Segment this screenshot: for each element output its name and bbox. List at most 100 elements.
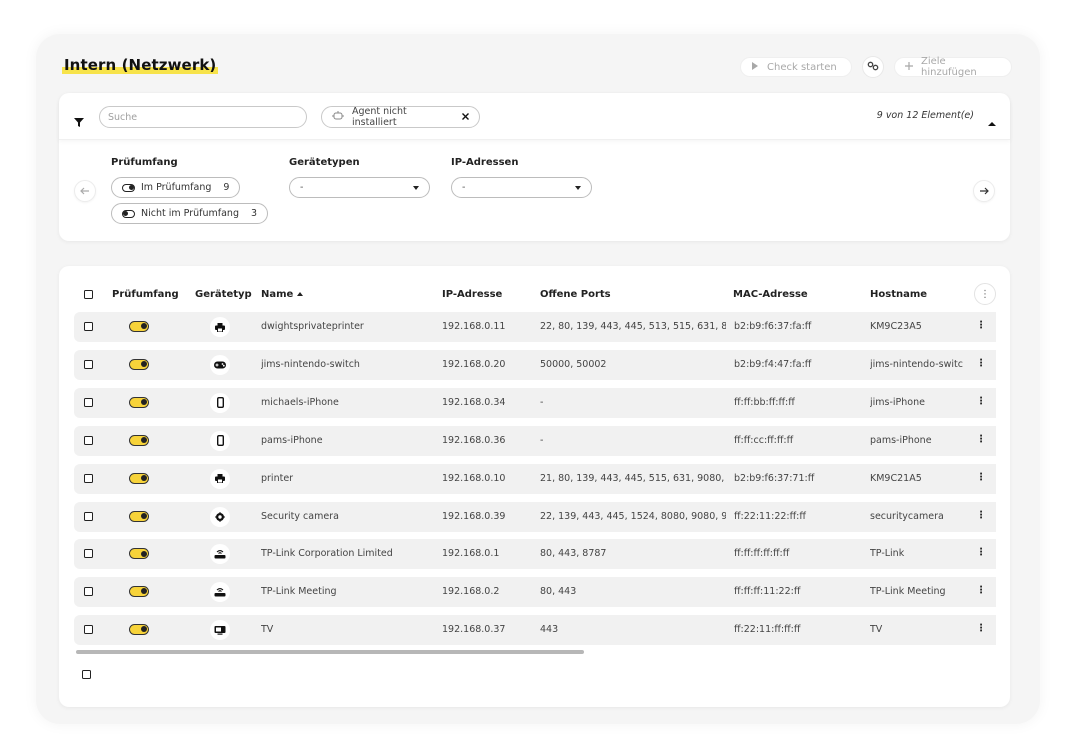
cell-mac: ff:ff:ff:ff:ff:ff	[734, 548, 790, 560]
row-menu-icon[interactable]: ⋮	[976, 510, 986, 521]
table-row[interactable]: dwightsprivateprinter 192.168.0.11 22, 80,…	[74, 312, 996, 342]
scope-toggle[interactable]	[129, 586, 149, 598]
row-overflow-icon: ⋮	[992, 358, 996, 368]
row-menu-icon[interactable]: ⋮	[976, 547, 986, 558]
scope-out-label: Nicht im Prüfumfang	[141, 208, 239, 219]
cell-hostname: pams-iPhone	[870, 434, 932, 446]
column-header-type[interactable]: Gerätetyp	[195, 289, 252, 300]
column-header-scope[interactable]: Prüfumfang	[112, 289, 179, 300]
column-header-name-label: Name	[261, 289, 294, 300]
cell-mac: ff:ff:cc:ff:ff:ff	[734, 434, 794, 446]
cell-mac: ff:22:11:ff:ff:ff	[734, 624, 801, 636]
cell-mac: b2:b9:f6:37:71:ff	[734, 472, 815, 484]
ip-addresses-select[interactable]: -	[451, 177, 592, 198]
check-start-button[interactable]: Check starten	[740, 57, 852, 77]
row-menu-icon[interactable]: ⋮	[976, 434, 986, 445]
horizontal-scrollbar[interactable]	[76, 650, 584, 654]
table-row[interactable]: printer 192.168.0.10 21, 80, 139, 443, 445…	[74, 463, 996, 494]
table-row[interactable]: pams-iPhone 192.168.0.36 - ff:ff:cc:ff:ff:f…	[74, 425, 996, 456]
filter-funnel-icon[interactable]	[74, 112, 84, 131]
plus-icon	[905, 61, 913, 73]
row-checkbox[interactable]	[84, 359, 93, 369]
row-overflow-icon: ⋮	[992, 547, 996, 557]
cell-name: pams-iPhone	[261, 434, 323, 446]
cell-name: printer	[261, 472, 294, 484]
chevron-down-icon	[575, 185, 581, 190]
add-targets-button[interactable]: Ziele hinzufügen	[894, 56, 1012, 78]
ip-addresses-title: IP-Adressen	[451, 157, 519, 168]
prev-arrow-button[interactable]	[74, 180, 96, 202]
row-checkbox[interactable]	[84, 322, 93, 331]
camera-icon	[210, 506, 230, 527]
scope-in-chip[interactable]: Im Prüfumfang 9	[111, 177, 241, 198]
column-header-name[interactable]: Name	[261, 289, 304, 300]
smartphone-icon	[210, 430, 230, 451]
cell-ports: 21, 80, 139, 443, 445, 515, 631, 9080, .…	[540, 472, 726, 484]
row-checkbox[interactable]	[84, 511, 93, 521]
scope-toggle[interactable]	[129, 624, 149, 636]
next-arrow-button[interactable]	[973, 180, 995, 202]
cell-name: jims-nintendo-switch	[261, 358, 360, 370]
table-row[interactable]: Security camera 192.168.0.39 22, 139, 443,…	[74, 501, 996, 532]
search-input[interactable]	[99, 106, 307, 128]
row-menu-icon[interactable]: ⋮	[976, 585, 986, 596]
filter-panel: Agent nicht installiert 9 von 12 Element…	[59, 93, 1010, 241]
row-menu-icon[interactable]: ⋮	[976, 472, 986, 483]
scope-toggle[interactable]	[129, 472, 149, 484]
row-checkbox[interactable]	[84, 549, 93, 559]
column-header-hostname[interactable]: Hostname	[870, 289, 927, 300]
row-menu-icon[interactable]: ⋮	[976, 396, 986, 407]
scope-toggle[interactable]	[129, 548, 149, 560]
cell-hostname: securitycamera	[870, 510, 944, 522]
scope-out-chip[interactable]: Nicht im Prüfumfang 3	[111, 203, 269, 224]
caret-up-icon[interactable]	[988, 112, 996, 131]
scope-filter-title: Prüfumfang	[111, 157, 178, 168]
cell-hostname: jims-iPhone	[870, 396, 925, 408]
active-filter-chip[interactable]: Agent nicht installiert	[321, 106, 480, 128]
scope-toggle[interactable]	[129, 510, 149, 522]
cell-name: michaels-iPhone	[261, 396, 339, 408]
cell-mac: ff:ff:bb:ff:ff:ff	[734, 396, 795, 408]
row-overflow-icon: ⋮	[992, 320, 996, 330]
table-row[interactable]: TV 192.168.0.37 443 ff:22:11:ff:ff:ff TV ⋮ ⋮	[74, 615, 996, 646]
cell-hostname: TV	[870, 624, 883, 636]
scope-toggle[interactable]	[129, 434, 149, 446]
column-options-button[interactable]: ⋮	[974, 283, 996, 305]
table-row[interactable]: TP-Link Corporation Limited 192.168.0.1 80…	[74, 539, 996, 570]
toggle-off-icon	[122, 209, 135, 218]
cell-ports: -	[540, 396, 544, 408]
row-checkbox[interactable]	[84, 625, 93, 635]
row-menu-icon[interactable]: ⋮	[976, 623, 986, 634]
cell-mac: b2:b9:f4:47:fa:ff	[734, 358, 812, 370]
close-icon[interactable]	[462, 112, 469, 123]
column-header-ip[interactable]: IP-Adresse	[442, 289, 502, 300]
cell-mac: b2:b9:f6:37:fa:ff	[734, 321, 812, 332]
table-row[interactable]: jims-nintendo-switch 192.168.0.20 50000, 5…	[74, 349, 996, 380]
scope-toggle[interactable]	[129, 321, 149, 332]
filter-bar: Agent nicht installiert 9 von 12 Element…	[59, 93, 1010, 140]
settings-button[interactable]	[862, 56, 884, 78]
row-checkbox[interactable]	[84, 473, 93, 483]
cell-hostname: KM9C23A5	[870, 321, 922, 332]
table-row[interactable]: michaels-iPhone 192.168.0.34 - ff:ff:bb:ff:…	[74, 387, 996, 418]
table-row[interactable]: TP-Link Meeting 192.168.0.2 80, 443 ff:ff:f…	[74, 577, 996, 608]
column-header-mac[interactable]: MAC-Adresse	[733, 289, 808, 300]
select-all-checkbox[interactable]	[84, 290, 93, 299]
row-checkbox[interactable]	[84, 397, 93, 407]
row-menu-icon[interactable]: ⋮	[976, 320, 986, 331]
footer-checkbox[interactable]	[82, 670, 91, 679]
row-checkbox[interactable]	[84, 435, 93, 445]
arrow-right-icon	[979, 184, 989, 198]
row-menu-icon[interactable]: ⋮	[976, 358, 986, 369]
device-types-select[interactable]: -	[289, 177, 430, 198]
device-types-title: Gerätetypen	[289, 157, 360, 168]
scope-toggle[interactable]	[129, 358, 149, 370]
row-checkbox[interactable]	[84, 587, 93, 597]
scope-in-count: 9	[223, 182, 230, 193]
cell-ports: 80, 443	[540, 586, 577, 598]
cell-ip: 192.168.0.11	[442, 321, 506, 332]
cell-hostname: TP-Link Meeting	[870, 586, 946, 598]
column-header-ports[interactable]: Offene Ports	[540, 289, 611, 300]
printer-icon	[210, 317, 230, 337]
scope-toggle[interactable]	[129, 396, 149, 408]
